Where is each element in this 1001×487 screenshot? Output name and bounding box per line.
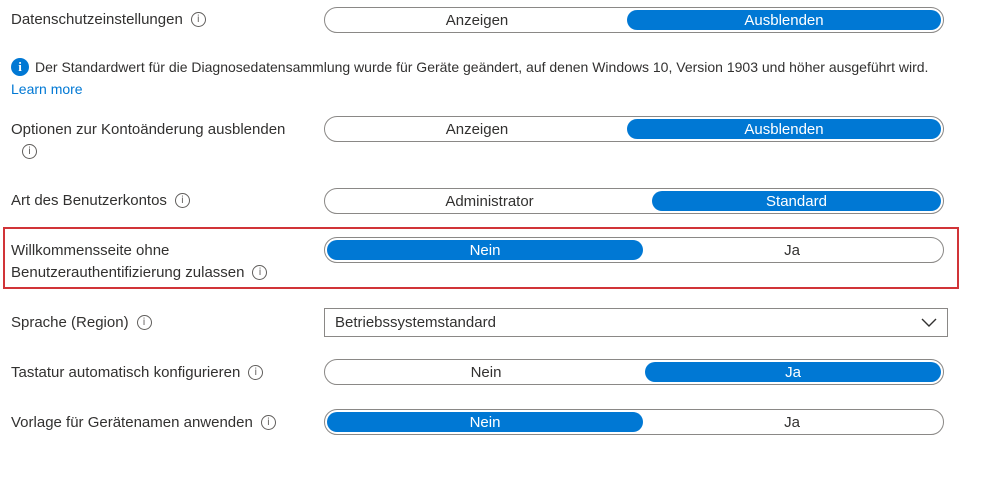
willkommensseite-toggle[interactable]: Nein Ja <box>324 237 944 263</box>
learn-more-link[interactable]: Learn more <box>11 81 83 97</box>
tastatur-option-ja[interactable]: Ja <box>645 362 941 382</box>
benutzerkonto-label: Art des Benutzerkontos i <box>11 190 190 212</box>
info-icon[interactable]: i <box>252 264 268 280</box>
tastatur-option-nein[interactable]: Nein <box>327 362 645 382</box>
kontoaenderung-label: Optionen zur Kontoänderung ausblenden i <box>11 121 286 159</box>
tastatur-label: Tastatur automatisch konfigurieren i <box>11 362 264 384</box>
benutzerkonto-option-administrator[interactable]: Administrator <box>327 191 652 211</box>
info-icon[interactable]: i <box>22 143 37 159</box>
datenschutz-label: Datenschutzeinstellungen i <box>11 9 206 31</box>
info-filled-icon: i <box>11 58 29 76</box>
datenschutz-option-anzeigen[interactable]: Anzeigen <box>327 10 627 30</box>
info-icon[interactable]: i <box>260 414 276 430</box>
geraetename-option-nein[interactable]: Nein <box>327 412 643 432</box>
benutzerkonto-toggle[interactable]: Administrator Standard <box>324 188 944 214</box>
info-icon[interactable]: i <box>174 192 190 208</box>
datenschutz-toggle[interactable]: Anzeigen Ausblenden <box>324 7 944 33</box>
kontoaenderung-toggle[interactable]: Anzeigen Ausblenden <box>324 116 944 142</box>
info-icon[interactable]: i <box>248 364 264 380</box>
benutzerkonto-option-standard[interactable]: Standard <box>652 191 941 211</box>
geraetename-label: Vorlage für Gerätenamen anwenden i <box>11 412 276 434</box>
kontoaenderung-option-anzeigen[interactable]: Anzeigen <box>327 119 627 139</box>
datenschutz-option-ausblenden[interactable]: Ausblenden <box>627 10 941 30</box>
geraetename-toggle[interactable]: Nein Ja <box>324 409 944 435</box>
willkommensseite-label: Willkommensseite ohne Benutzerauthentifi… <box>11 240 268 284</box>
sprache-label: Sprache (Region) i <box>11 312 152 334</box>
willkommensseite-option-ja[interactable]: Ja <box>643 240 941 260</box>
geraetename-option-ja[interactable]: Ja <box>643 412 941 432</box>
chevron-down-icon <box>921 318 937 327</box>
info-icon[interactable]: i <box>190 11 206 27</box>
diagnostic-notice: i Der Standardwert für die Diagnosedatens… <box>11 58 929 97</box>
kontoaenderung-option-ausblenden[interactable]: Ausblenden <box>627 119 941 139</box>
sprache-dropdown[interactable]: Betriebssystemstandard <box>324 308 948 337</box>
tastatur-toggle[interactable]: Nein Ja <box>324 359 944 385</box>
willkommensseite-option-nein[interactable]: Nein <box>327 240 643 260</box>
info-icon[interactable]: i <box>136 314 152 330</box>
